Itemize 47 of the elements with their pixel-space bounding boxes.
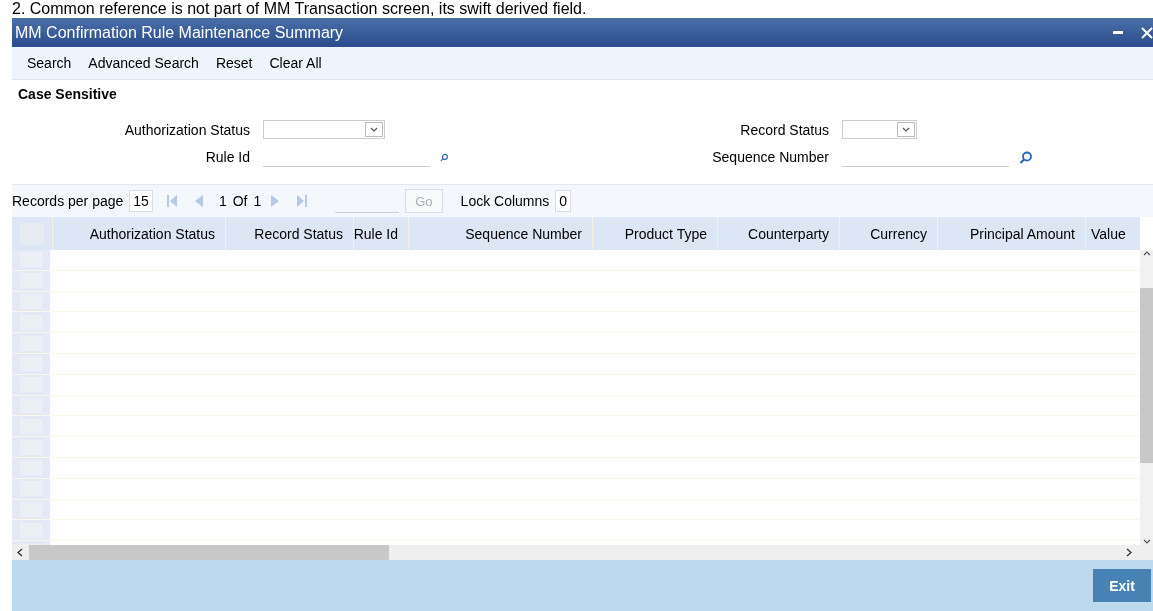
scroll-up-icon[interactable] [1142, 250, 1151, 256]
next-page-icon[interactable] [271, 195, 280, 207]
dropdown-field[interactable] [842, 120, 917, 139]
minimize-icon[interactable] [1113, 31, 1123, 34]
column-header[interactable]: Product Type [593, 217, 718, 250]
column-header[interactable]: Record Status [226, 217, 354, 250]
section-label: Case Sensitive [18, 86, 117, 102]
chevron-down-icon [369, 126, 379, 133]
column-header[interactable]: Currency [840, 217, 938, 250]
page-total: 1 [253, 193, 262, 209]
window-title: MM Confirmation Rule Maintenance Summary [15, 23, 345, 42]
toolbar-button[interactable]: Reset [208, 55, 260, 71]
toolbar-button[interactable]: Search [20, 55, 79, 71]
column-header[interactable]: Sequence Number [409, 217, 593, 250]
vertical-scrollbar[interactable] [1140, 250, 1153, 545]
records-per-page-label: Records per page [12, 193, 124, 209]
scroll-right-icon[interactable] [1126, 548, 1132, 557]
previous-page-icon[interactable] [194, 195, 203, 207]
lock-columns-label: Lock Columns [460, 193, 550, 209]
toolbar-button[interactable]: Clear All [262, 55, 329, 71]
column-header[interactable]: Authorization Status [53, 217, 226, 250]
field-label: Sequence Number [711, 149, 829, 165]
exit-button[interactable]: Exit [1093, 569, 1151, 602]
search-icon[interactable] [1019, 150, 1032, 164]
page-number: 1 [218, 193, 227, 209]
field-label: Rule Id [204, 149, 250, 165]
column-header[interactable]: Counterparty [718, 217, 840, 250]
toolbar-button[interactable]: Advanced Search [81, 55, 206, 71]
note-text: 2. Common reference is not part of MM Transaction screen, its swift derived field. [12, 0, 587, 17]
column-header[interactable]: Principal Amount [938, 217, 1086, 250]
records-per-page-field[interactable]: 15 [129, 190, 153, 212]
scroll-down-icon[interactable] [1142, 539, 1151, 545]
row-selector-cell[interactable] [20, 501, 42, 517]
lock-columns-field[interactable]: 0 [555, 190, 572, 212]
close-icon[interactable] [1141, 26, 1153, 39]
field-label: Authorization Status [123, 121, 250, 138]
of-label: Of [232, 193, 248, 209]
last-page-icon[interactable] [297, 195, 308, 207]
dropdown-field[interactable] [263, 120, 385, 139]
field-label: Record Status [739, 121, 829, 138]
column-header[interactable]: Rule Id [354, 217, 409, 250]
horizontal-scrollbar[interactable] [12, 545, 1153, 560]
row-selector-cell[interactable] [20, 397, 42, 413]
column-header[interactable]: Value [1086, 217, 1140, 250]
scroll-left-icon[interactable] [17, 548, 23, 557]
chevron-down-icon [901, 126, 911, 133]
first-page-icon[interactable] [166, 195, 177, 207]
